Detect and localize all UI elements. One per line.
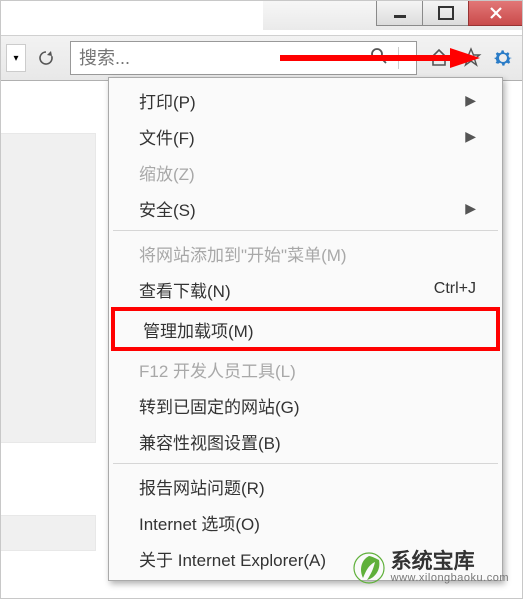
menu-item-label: 将网站添加到"开始"菜单(M) bbox=[139, 241, 347, 266]
submenu-arrow-icon: ▶ bbox=[465, 200, 476, 217]
maximize-button[interactable] bbox=[422, 0, 469, 26]
menu-item-label: 兼容性视图设置(B) bbox=[139, 429, 281, 454]
nav-dropdown-button[interactable]: ▾ bbox=[6, 44, 26, 72]
menu-shortcut: Ctrl+J bbox=[434, 280, 476, 298]
tools-gear-icon[interactable] bbox=[489, 44, 517, 72]
menu-separator bbox=[113, 463, 498, 464]
minimize-button[interactable] bbox=[376, 0, 423, 26]
watermark-url: www.xilongbaoku.com bbox=[391, 573, 509, 585]
annotation-arrow bbox=[280, 48, 480, 68]
bg-block bbox=[0, 133, 96, 443]
close-button[interactable] bbox=[468, 0, 523, 26]
submenu-arrow-icon: ▶ bbox=[465, 92, 476, 109]
menu-item-label: 安全(S) bbox=[139, 196, 196, 221]
menu-item-label: 管理加载项(M) bbox=[143, 317, 253, 342]
menu-item-internet-options[interactable]: Internet 选项(O) bbox=[111, 504, 500, 540]
leaf-logo-icon bbox=[353, 552, 385, 584]
menu-item-pinned-sites[interactable]: 转到已固定的网站(G) bbox=[111, 387, 500, 423]
submenu-arrow-icon: ▶ bbox=[465, 128, 476, 145]
menu-item-report-problem[interactable]: 报告网站问题(R) bbox=[111, 468, 500, 504]
menu-item-label: 报告网站问题(R) bbox=[139, 474, 265, 499]
menu-item-zoom: 缩放(Z) bbox=[111, 154, 500, 190]
menu-item-file[interactable]: 文件(F) ▶ bbox=[111, 118, 500, 154]
menu-item-label: 缩放(Z) bbox=[139, 160, 195, 185]
menu-item-manage-addons[interactable]: 管理加载项(M) bbox=[111, 307, 500, 351]
bg-block bbox=[0, 515, 96, 551]
menu-item-label: 关于 Internet Explorer(A) bbox=[139, 546, 326, 571]
menu-item-add-to-start: 将网站添加到"开始"菜单(M) bbox=[111, 235, 500, 271]
menu-item-label: F12 开发人员工具(L) bbox=[139, 357, 296, 382]
watermark: 系统宝库 www.xilongbaoku.com bbox=[353, 551, 509, 585]
watermark-name: 系统宝库 bbox=[391, 551, 509, 573]
menu-item-label: Internet 选项(O) bbox=[139, 510, 260, 535]
menu-item-view-downloads[interactable]: 查看下载(N) Ctrl+J bbox=[111, 271, 500, 307]
refresh-button[interactable] bbox=[32, 44, 60, 72]
menu-item-label: 打印(P) bbox=[139, 88, 196, 113]
window-titlebar bbox=[263, 0, 523, 30]
menu-item-label: 查看下载(N) bbox=[139, 277, 231, 302]
menu-separator bbox=[113, 230, 498, 231]
menu-item-compat-view[interactable]: 兼容性视图设置(B) bbox=[111, 423, 500, 459]
menu-item-label: 转到已固定的网站(G) bbox=[139, 393, 300, 418]
menu-item-print[interactable]: 打印(P) ▶ bbox=[111, 82, 500, 118]
menu-item-safety[interactable]: 安全(S) ▶ bbox=[111, 190, 500, 226]
menu-item-f12-devtools: F12 开发人员工具(L) bbox=[111, 351, 500, 387]
menu-item-label: 文件(F) bbox=[139, 124, 195, 149]
tools-menu: 打印(P) ▶ 文件(F) ▶ 缩放(Z) 安全(S) ▶ 将网站添加到"开始"… bbox=[108, 77, 503, 581]
